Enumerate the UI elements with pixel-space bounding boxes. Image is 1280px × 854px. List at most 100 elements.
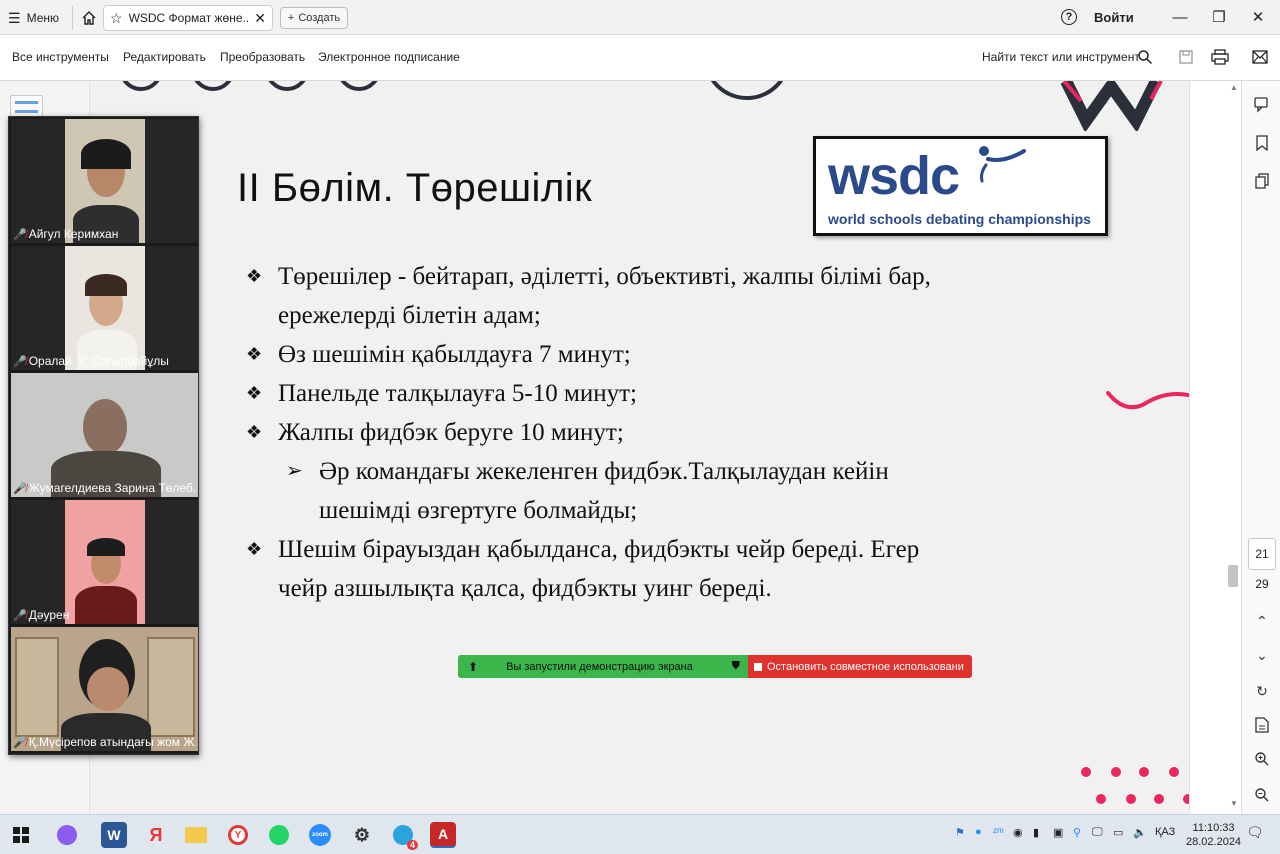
tab-title: WSDC Формат жөне...: [128, 11, 249, 25]
esign-menu[interactable]: Электронное подписание: [318, 50, 460, 64]
scroll-up-arrow[interactable]: ▲: [1230, 83, 1238, 92]
stop-share-text: Остановить совместное использовани: [767, 660, 964, 673]
convert-menu[interactable]: Преобразовать: [220, 50, 305, 64]
tray-zoom-icon[interactable]: zm: [993, 826, 1004, 835]
find-tool-label[interactable]: Найти текст или инструмент: [982, 50, 1140, 64]
arrow-bullet-icon: ➢: [286, 460, 303, 482]
email-icon[interactable]: [1250, 47, 1270, 67]
slide-bullets: ❖ Төрешілер - бейтарап, әділетті, объекти…: [246, 257, 966, 608]
share-status: ⬆ Вы запустили демонстрацию экрана ⛊: [458, 655, 748, 678]
participant-name: Айгул Керимхан: [28, 227, 119, 241]
document-canvas[interactable]: II Бөлім. Төрешілік wsdc world schools d…: [91, 81, 1189, 814]
participant-tile[interactable]: 🎤̸ Оралай. Қ. Сағырбайұлы: [11, 246, 198, 370]
participant-name-row: 🎤̸ Қ.Мүсірепов атындағы жом Ж...: [13, 735, 196, 749]
zoom-in-icon[interactable]: [1252, 749, 1272, 769]
decor-dot: [1126, 794, 1136, 804]
word-app-icon[interactable]: W: [101, 822, 127, 848]
decorative-wave: [1106, 391, 1189, 410]
close-tab-icon[interactable]: ✕: [254, 10, 266, 27]
zoom-out-icon[interactable]: [1252, 785, 1272, 805]
right-tools-panel: 21 29 ⌃ ⌄ ↻: [1241, 81, 1280, 814]
copy-icon[interactable]: [1252, 171, 1272, 191]
scroll-thumb[interactable]: [1228, 565, 1238, 587]
diamond-bullet-icon: ❖: [246, 422, 263, 442]
help-icon[interactable]: ?: [1061, 9, 1077, 25]
star-icon[interactable]: ☆: [110, 10, 123, 27]
participant-name: Дәурен: [28, 608, 70, 622]
decor-dot: [1154, 794, 1164, 804]
participant-tile[interactable]: 🎤̸ Қ.Мүсірепов атындағы жом Ж...: [11, 627, 198, 751]
close-window-icon[interactable]: ✕: [1247, 6, 1269, 28]
decor-dot: [1111, 767, 1121, 777]
stop-icon: [754, 662, 762, 671]
telegram-badge: 4: [406, 840, 418, 850]
next-page-icon[interactable]: ⌄: [1252, 645, 1272, 665]
alice-app-icon[interactable]: [54, 822, 80, 848]
tray-app-icon[interactable]: ▣: [1053, 826, 1063, 839]
video-participants-panel[interactable]: 🎤̸ Айгул Керимхан 🎤̸ Оралай. Қ. Сағырбай…: [8, 116, 199, 755]
logo-subtitle: world schools debating championships: [828, 211, 1091, 227]
page-info-icon[interactable]: [1252, 715, 1272, 735]
document-tab[interactable]: ☆ WSDC Формат жөне... ✕: [103, 5, 273, 31]
plus-icon: +: [287, 12, 295, 24]
clock-time: 11:10:33: [1192, 822, 1235, 834]
settings-app-icon[interactable]: ⚙: [349, 822, 375, 848]
minimize-icon[interactable]: —: [1169, 6, 1191, 28]
comment-icon[interactable]: [1252, 95, 1272, 115]
edit-menu[interactable]: Редактировать: [123, 50, 206, 64]
home-button[interactable]: [72, 6, 98, 30]
current-page[interactable]: 21: [1248, 538, 1276, 570]
menu-button[interactable]: ☰ Меню: [8, 8, 59, 28]
tray-volume-icon[interactable]: 🔈: [1133, 826, 1147, 839]
participant-name-row: 🎤̸ Оралай. Қ. Сағырбайұлы: [13, 354, 196, 368]
yandex-browser-icon[interactable]: Y: [225, 822, 251, 848]
bullet-text: Жалпы фидбэк беруге 10 минут;: [278, 419, 624, 446]
search-icon[interactable]: [1135, 47, 1155, 67]
bookmark-icon[interactable]: [1252, 133, 1272, 153]
mic-muted-icon: 🎤̸: [13, 609, 27, 622]
stop-share-button[interactable]: Остановить совместное использовани: [748, 655, 972, 678]
diamond-bullet-icon: ❖: [246, 266, 263, 286]
bullet-item: ❖ Шешім бірауыздан қабылданса, фидбэкты ч…: [246, 530, 966, 608]
tray-network-icon[interactable]: 🖵: [1092, 826, 1103, 839]
scroll-down-arrow[interactable]: ▼: [1230, 799, 1238, 808]
participant-tile[interactable]: 🎤̸ Дәурен: [11, 500, 198, 624]
prev-page-icon[interactable]: ⌃: [1252, 611, 1272, 631]
rotate-icon[interactable]: ↻: [1252, 681, 1272, 701]
windows-start-icon[interactable]: [8, 822, 34, 848]
tray-app-icon[interactable]: ⚑: [955, 826, 965, 839]
tray-steam-icon[interactable]: ◉: [1013, 826, 1023, 839]
mic-muted-icon: 🎤̸: [13, 482, 27, 495]
participant-tile[interactable]: 🎤̸ Айгул Керимхан: [11, 119, 198, 243]
print-icon[interactable]: [1210, 47, 1230, 67]
participant-name-row: 🎤̸ Айгул Керимхан: [13, 227, 196, 241]
explorer-app-icon[interactable]: [183, 822, 209, 848]
restore-icon[interactable]: ❐: [1208, 6, 1230, 28]
bullet-item: ❖ Жалпы фидбэк беруге 10 минут;: [246, 413, 966, 452]
whatsapp-app-icon[interactable]: [266, 822, 292, 848]
zoom-app-icon[interactable]: zoom: [307, 822, 333, 848]
language-indicator[interactable]: ҚАЗ: [1155, 826, 1175, 838]
telegram-app-icon[interactable]: 4: [390, 822, 418, 850]
diamond-bullet-icon: ❖: [246, 344, 263, 364]
wsdc-logo: wsdc world schools debating championship…: [813, 136, 1108, 236]
bullet-text: Шешім бірауыздан қабылданса, фидбэкты че…: [278, 536, 920, 602]
taskbar-clock[interactable]: 11:10:33 28.02.2024: [1186, 821, 1241, 849]
share-status-text: Вы запустили демонстрацию экрана: [506, 660, 693, 673]
signin-button[interactable]: Войти: [1094, 10, 1134, 25]
tray-app-icon[interactable]: ●: [975, 826, 982, 838]
decor-dot: [1081, 767, 1091, 777]
new-tab-button[interactable]: + Создать: [280, 7, 348, 29]
decor-dot: [1096, 794, 1106, 804]
yandex-app-icon[interactable]: Я: [143, 822, 169, 848]
acrobat-app-icon[interactable]: A: [430, 822, 456, 848]
notification-icon[interactable]: 🗨: [1246, 824, 1264, 841]
tray-location-icon[interactable]: ⚲: [1073, 826, 1081, 839]
vertical-scrollbar[interactable]: ▲ ▼: [1189, 81, 1241, 814]
tray-battery-icon[interactable]: ▭: [1113, 826, 1123, 839]
tray-mic-icon[interactable]: ▮: [1033, 826, 1039, 839]
all-tools-menu[interactable]: Все инструменты: [12, 50, 109, 64]
participant-tile[interactable]: 🎤̸ Жумагелдиева Зарина Төлеб...: [11, 373, 198, 497]
participant-name: Оралай. Қ. Сағырбайұлы: [28, 354, 169, 368]
save-icon[interactable]: [1176, 47, 1196, 67]
